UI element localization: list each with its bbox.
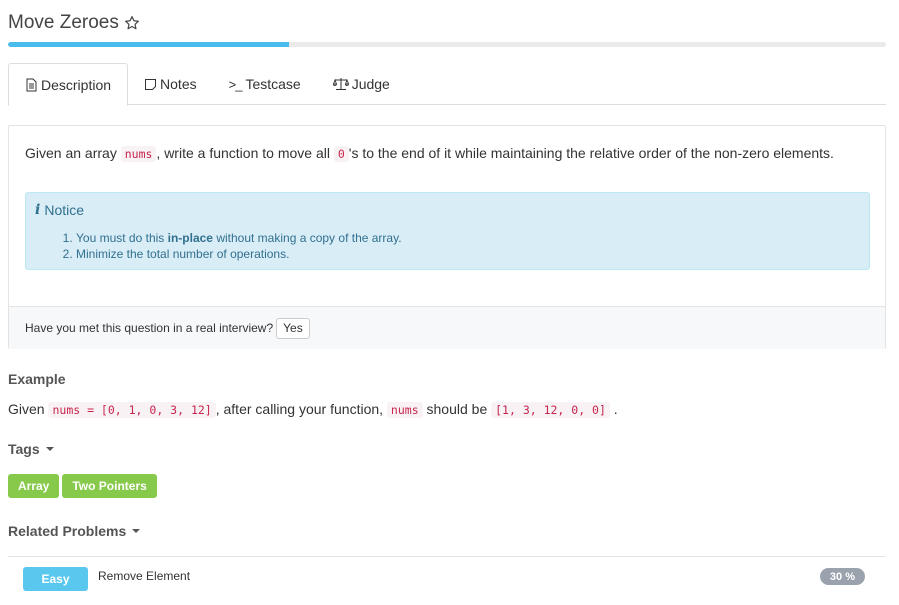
page-title: Move Zeroes	[8, 12, 119, 33]
inline-code: [1, 3, 12, 0, 0]	[491, 402, 610, 418]
related-problems-toggle[interactable]: Related Problems	[8, 523, 141, 539]
tag-list: Array Two Pointers	[8, 474, 157, 498]
related-problem-row: Easy Remove Element 30 %	[8, 556, 886, 596]
tag-two-pointers[interactable]: Two Pointers	[62, 474, 157, 498]
caret-down-icon	[132, 529, 141, 533]
tab-label: Notes	[160, 76, 197, 92]
notice-title: Notice	[44, 202, 85, 218]
terminal-icon: >_	[228, 76, 243, 92]
description-panel: Given an array nums, write a function to…	[8, 125, 886, 349]
tab-label: Testcase	[245, 76, 301, 92]
info-icon: i	[35, 202, 41, 218]
tab-description[interactable]: Description	[8, 63, 129, 106]
desc-text: , write a function to move all	[156, 145, 330, 161]
progress-bar	[8, 42, 886, 47]
document-icon	[25, 78, 38, 92]
related-heading: Related Problems	[8, 523, 127, 539]
difficulty-badge: Easy	[23, 567, 88, 591]
scale-icon	[332, 77, 349, 91]
tab-label: Description	[41, 76, 112, 93]
star-icon[interactable]	[124, 15, 140, 31]
tab-bar: Description Notes >_ Testcase Judge	[8, 63, 886, 106]
problem-description: Given an array nums, write a function to…	[25, 143, 845, 164]
yes-button[interactable]: Yes	[276, 317, 310, 339]
desc-text: 's to the end of it while maintaining th…	[348, 145, 834, 161]
example-heading: Example	[8, 371, 66, 387]
tab-notes[interactable]: Notes	[128, 63, 213, 105]
caret-down-icon	[45, 447, 54, 451]
tags-toggle[interactable]: Tags	[8, 441, 54, 457]
notice-box: i Notice You must do this in-place witho…	[25, 192, 870, 270]
interview-question: Have you met this question in a real int…	[25, 321, 274, 335]
inline-code: nums	[120, 146, 157, 162]
tab-judge[interactable]: Judge	[317, 63, 406, 105]
notice-item: You must do this in-place without making…	[76, 230, 402, 246]
desc-text: Given an array	[25, 145, 117, 161]
notice-list: You must do this in-place without making…	[76, 230, 402, 262]
notice-heading: i Notice	[35, 202, 84, 218]
tag-array[interactable]: Array	[8, 474, 60, 498]
inline-code: 0	[333, 146, 349, 162]
tab-label: Judge	[351, 76, 390, 92]
inline-code: nums	[386, 402, 423, 418]
acceptance-badge: 30 %	[819, 568, 865, 585]
inline-code: nums = [0, 1, 0, 3, 12]	[48, 402, 216, 418]
interview-prompt: Have you met this question in a real int…	[9, 306, 885, 349]
problem-header: Move Zeroes	[8, 10, 140, 36]
related-problem-link[interactable]: Remove Element	[98, 569, 190, 583]
tags-heading: Tags	[8, 441, 40, 457]
note-icon	[144, 78, 157, 91]
tab-testcase[interactable]: >_ Testcase	[213, 63, 317, 105]
example-text: Given nums = [0, 1, 0, 3, 12], after cal…	[8, 401, 618, 418]
progress-fill	[8, 42, 289, 47]
notice-item: Minimize the total number of operations.	[76, 246, 402, 262]
